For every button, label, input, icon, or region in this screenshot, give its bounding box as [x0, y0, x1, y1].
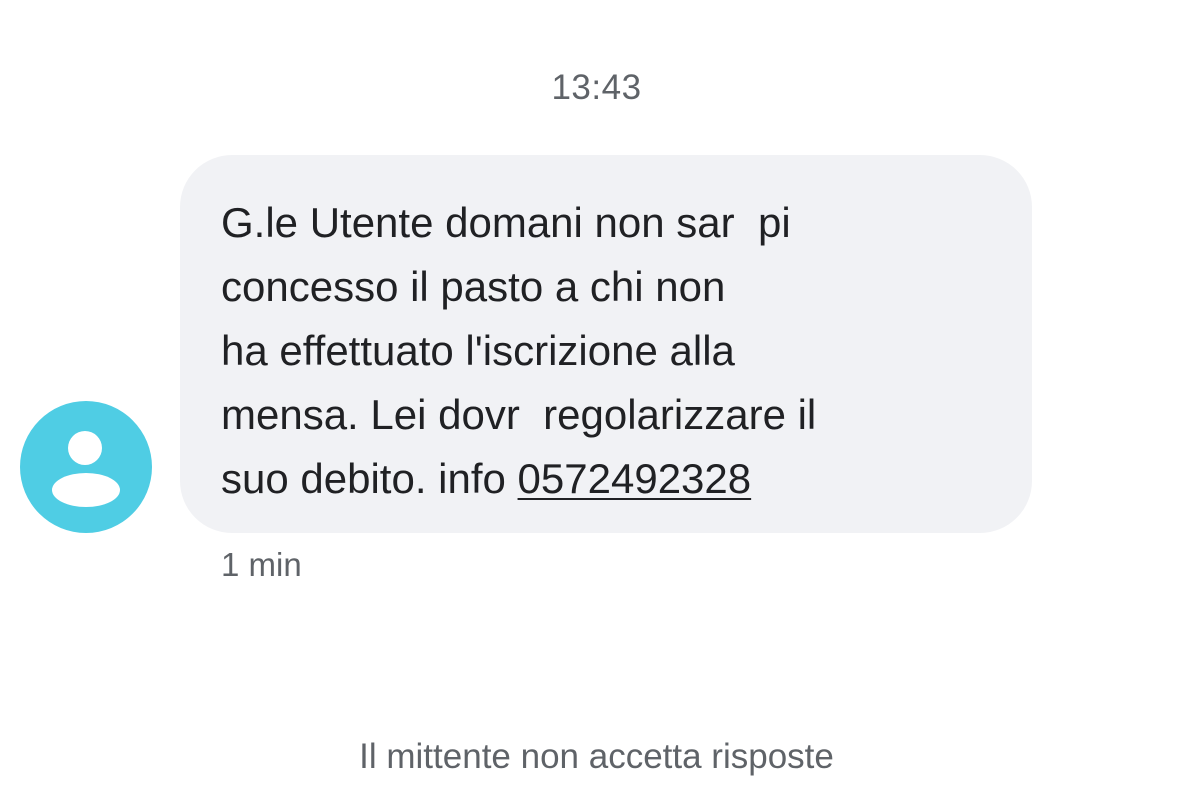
message-line-last: suo debito. info 0572492328	[221, 447, 1002, 511]
person-icon	[68, 431, 102, 465]
message-line: concesso il pasto a chi non	[221, 263, 726, 310]
conversation-time-header: 13:43	[551, 68, 642, 107]
phone-number-link[interactable]: 0572492328	[518, 455, 752, 502]
message-text: suo debito. info	[221, 455, 518, 502]
message-timestamp: 1 min	[221, 546, 302, 583]
message-line: mensa. Lei dovr regolarizzare il	[221, 391, 817, 438]
no-reply-notice: Il mittente non accetta risposte	[359, 737, 834, 776]
message-bubble[interactable]: G.le Utente domani non sar pi concesso i…	[180, 155, 1032, 533]
sender-avatar[interactable]	[20, 401, 152, 533]
person-icon-body	[52, 473, 120, 507]
message-line: ha effettuato l'iscrizione alla	[221, 327, 735, 374]
message-line: G.le Utente domani non sar pi	[221, 199, 791, 246]
